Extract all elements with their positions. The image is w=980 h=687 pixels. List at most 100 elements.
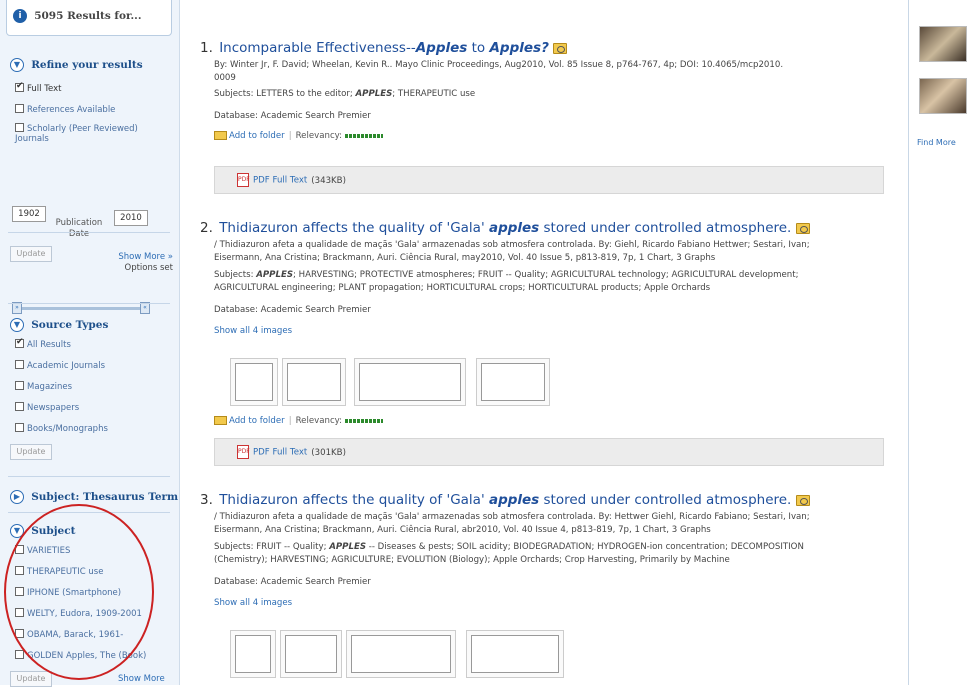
result-item: 2. Thidiazuron affects the quality of 'G…: [200, 220, 890, 466]
image-thumbnail[interactable]: [919, 78, 967, 114]
image-thumbnail[interactable]: [282, 358, 346, 406]
result-item: 1. Incomparable Effectiveness--Apples to…: [200, 40, 890, 194]
result-title[interactable]: 3. Thidiazuron affects the quality of 'G…: [200, 492, 890, 508]
checkbox[interactable]: [15, 123, 24, 132]
date-from-field[interactable]: 1902: [12, 206, 46, 222]
checkbox[interactable]: [15, 423, 24, 432]
publication-date-label: Publication Date: [55, 218, 103, 239]
result-title[interactable]: 1. Incomparable Effectiveness--Apples to…: [200, 40, 890, 56]
result-byline: By: Winter Jr, F. David; Wheelan, Kevin …: [214, 60, 784, 70]
result-actions: Add to folder | Relevancy:: [200, 416, 384, 426]
result-subjects: Subjects: LETTERS to the editor; APPLES;…: [214, 89, 476, 99]
subject-item[interactable]: THERAPEUTIC use: [15, 566, 103, 577]
image-thumbnails: [230, 630, 570, 678]
subject-show-more[interactable]: Show More: [118, 674, 165, 684]
subject-item[interactable]: IPHONE (Smartphone): [15, 587, 121, 598]
result-subjects: (Chemistry); HARVESTING; AGRICULTURE; EV…: [214, 555, 730, 565]
checkbox[interactable]: [15, 629, 24, 638]
image-thumbnail[interactable]: [919, 26, 967, 62]
fulltext-checkbox[interactable]: Full Text: [15, 81, 61, 94]
refine-heading[interactable]: ▼ Refine your results: [10, 58, 143, 72]
image-thumbnail[interactable]: [476, 358, 550, 406]
pdf-icon[interactable]: PDF: [237, 445, 250, 459]
collapse-icon[interactable]: ▼: [10, 58, 24, 72]
image-thumbnail[interactable]: [466, 630, 564, 678]
preview-icon[interactable]: [553, 42, 568, 54]
expand-icon[interactable]: ▶: [10, 490, 24, 504]
show-images-link[interactable]: Show all 4 images: [200, 598, 890, 608]
slider-track: [16, 307, 146, 310]
scholarly-checkbox[interactable]: Scholarly (Peer Reviewed) Journals: [15, 123, 165, 144]
checkbox[interactable]: [15, 545, 24, 554]
image-thumbnail[interactable]: [230, 358, 278, 406]
result-database: Database: Academic Search Premier: [214, 111, 371, 121]
subject-item[interactable]: OBAMA, Barack, 1961-: [15, 629, 123, 640]
subject-item[interactable]: WELTY, Eudora, 1909-2001: [15, 608, 142, 619]
result-actions: Add to folder | Relevancy:: [200, 131, 890, 141]
result-byline: 0009: [214, 73, 236, 83]
preview-icon[interactable]: [795, 222, 810, 234]
result-subjects: AGRICULTURAL engineering; PLANT propagat…: [214, 283, 711, 293]
relevancy-bar: [345, 133, 384, 138]
right-sidebar: Find More: [908, 0, 980, 685]
checkbox-checked[interactable]: [15, 337, 24, 348]
thesaurus-heading[interactable]: ▶ Subject: Thesaurus Term: [10, 490, 178, 504]
find-more-link[interactable]: Find More: [917, 138, 956, 147]
source-books[interactable]: Books/Monographs: [15, 423, 108, 434]
image-thumbnail[interactable]: [354, 358, 466, 406]
pdf-icon[interactable]: PDF: [237, 173, 250, 187]
left-sidebar: i 5095 Results for... ▼ Refine your resu…: [0, 0, 180, 687]
result-byline: Eisermann, Ana Cristina; Brackmann, Auri…: [214, 525, 711, 535]
source-all-results[interactable]: All Results: [15, 337, 71, 350]
result-byline: / Thidiazuron afeta a qualidade de maçãs…: [214, 512, 810, 522]
pdf-link[interactable]: PDF Full Text: [253, 448, 307, 458]
source-update-button[interactable]: Update: [10, 444, 52, 460]
subject-item[interactable]: GOLDEN Apples, The (Book): [15, 650, 146, 661]
result-byline: Eisermann, Ana Cristina; Brackmann, Auri…: [214, 253, 716, 263]
image-thumbnails: [230, 358, 550, 406]
date-to-field[interactable]: 2010: [114, 210, 148, 226]
image-thumbnail[interactable]: [346, 630, 456, 678]
source-newspapers[interactable]: Newspapers: [15, 402, 79, 413]
result-subjects: Subjects: APPLES; HARVESTING; PROTECTIVE…: [214, 270, 799, 280]
collapse-icon[interactable]: ▼: [10, 318, 24, 332]
result-subjects: Subjects: FRUIT -- Quality; APPLES -- Di…: [214, 542, 804, 552]
checkbox[interactable]: [15, 104, 24, 113]
source-types-heading[interactable]: ▼ Source Types: [10, 318, 108, 332]
result-item: 3. Thidiazuron affects the quality of 'G…: [200, 492, 890, 678]
add-to-folder-link[interactable]: Add to folder: [229, 131, 285, 141]
results-count-box: i 5095 Results for...: [6, 0, 172, 36]
show-more-options[interactable]: Show More » Options set: [118, 252, 173, 274]
relevancy-bar: [345, 418, 384, 423]
pdf-full-text-bar[interactable]: PDF PDF Full Text (301KB): [214, 438, 884, 466]
folder-icon[interactable]: [214, 131, 227, 140]
add-to-folder-link[interactable]: Add to folder: [229, 416, 285, 426]
checkbox[interactable]: [15, 650, 24, 659]
result-database: Database: Academic Search Premier: [214, 577, 371, 587]
image-thumbnail[interactable]: [280, 630, 342, 678]
checkbox[interactable]: [15, 402, 24, 411]
subject-item[interactable]: VARIETIES: [15, 545, 70, 556]
update-button[interactable]: Update: [10, 246, 52, 262]
result-title[interactable]: 2. Thidiazuron affects the quality of 'G…: [200, 220, 890, 236]
source-academic-journals[interactable]: Academic Journals: [15, 360, 105, 371]
checkbox[interactable]: [15, 587, 24, 596]
checkbox[interactable]: [15, 566, 24, 575]
checkbox[interactable]: [15, 381, 24, 390]
folder-icon[interactable]: [214, 416, 227, 425]
info-circle-icon: i: [13, 9, 27, 23]
checkbox[interactable]: [15, 608, 24, 617]
result-byline: / Thidiazuron afeta a qualidade de maçãs…: [214, 240, 810, 250]
references-checkbox[interactable]: References Available: [15, 104, 115, 115]
preview-icon[interactable]: [795, 494, 810, 506]
show-images-link[interactable]: Show all 4 images: [200, 326, 890, 336]
pdf-link[interactable]: PDF Full Text: [253, 176, 307, 186]
collapse-icon[interactable]: ▼: [10, 524, 24, 538]
subject-heading[interactable]: ▼ Subject: [10, 524, 75, 538]
source-magazines[interactable]: Magazines: [15, 381, 72, 392]
checkbox-checked[interactable]: [15, 81, 24, 92]
checkbox[interactable]: [15, 360, 24, 369]
pdf-full-text-bar[interactable]: PDF PDF Full Text (343KB): [214, 166, 884, 194]
results-list: 1. Incomparable Effectiveness--Apples to…: [200, 0, 890, 685]
image-thumbnail[interactable]: [230, 630, 276, 678]
